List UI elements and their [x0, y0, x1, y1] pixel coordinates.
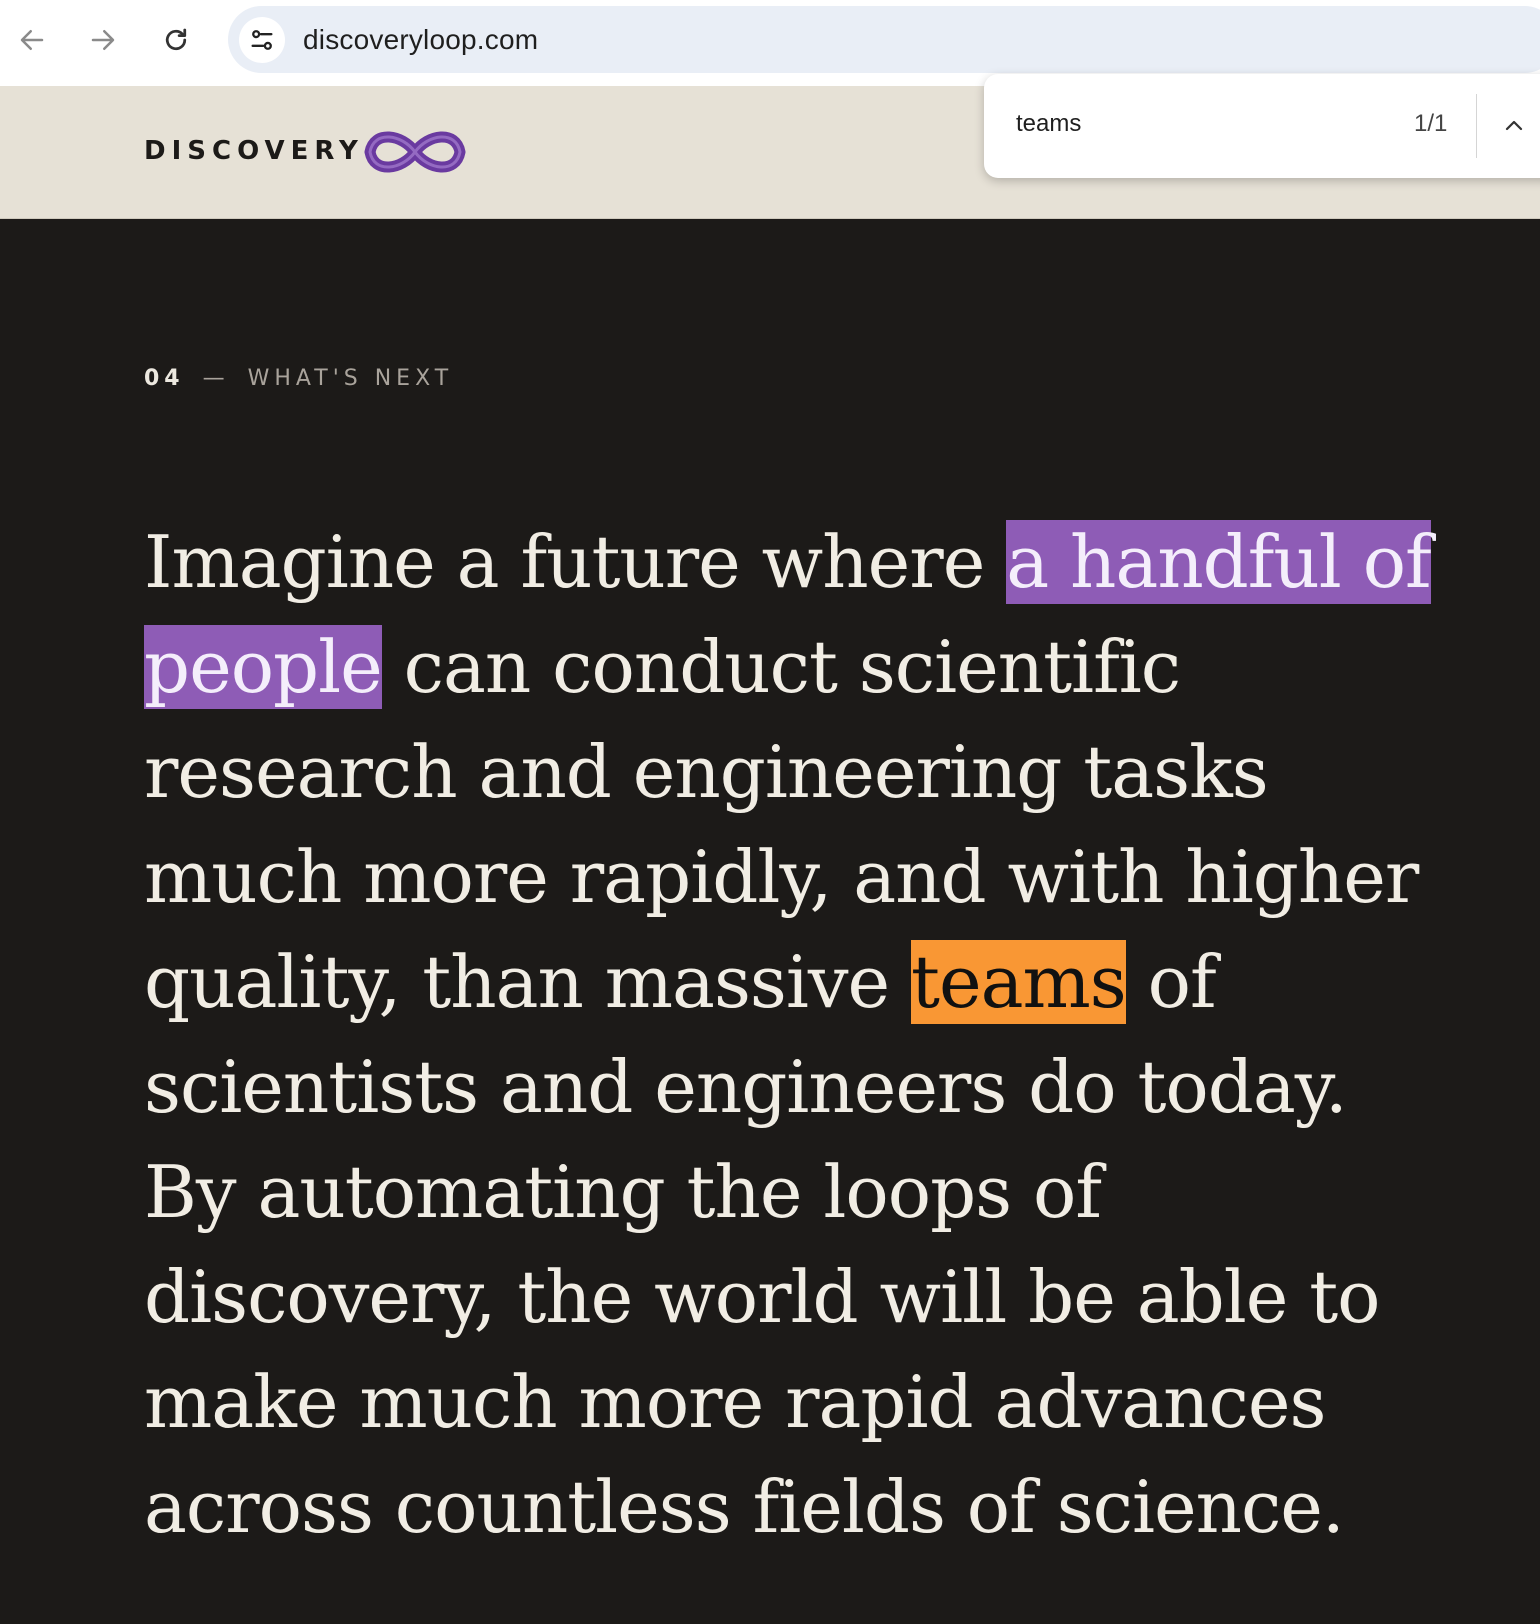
- reload-icon: [165, 28, 187, 51]
- paragraph-line: across countless fields of science.: [144, 1465, 1345, 1549]
- section-title: WHAT'S NEXT: [247, 366, 454, 391]
- text-span: can conduct scientific: [381, 625, 1181, 709]
- vision-paragraph: Imagine a future where a handful of peop…: [144, 510, 1444, 1560]
- find-input[interactable]: teams: [1016, 110, 1081, 138]
- section-label: 04 — WHAT'S NEXT: [144, 366, 453, 391]
- infinity-icon[interactable]: [360, 122, 470, 182]
- section-number: 04: [144, 366, 185, 391]
- reload-button[interactable]: [154, 18, 198, 62]
- text-span: of: [1125, 940, 1217, 1024]
- text-span: quality, than massive: [144, 940, 912, 1024]
- site-info-button[interactable]: [239, 16, 285, 63]
- highlighted-text: people: [144, 625, 383, 709]
- brand-wordmark[interactable]: DISCOVERY: [144, 136, 364, 166]
- find-divider: [1476, 94, 1477, 158]
- chevron-up-icon: [1505, 120, 1523, 131]
- highlighted-text: a handful of: [1006, 520, 1432, 604]
- paragraph-line: make much more rapid advances: [144, 1360, 1326, 1444]
- arrow-left-icon: [20, 30, 44, 50]
- back-button[interactable]: [10, 18, 54, 62]
- paragraph-line: Imagine a future where a handful of: [144, 510, 1444, 615]
- tune-icon: [251, 29, 273, 50]
- paragraph-line: discovery, the world will be able to: [144, 1255, 1381, 1339]
- section-dash: —: [202, 366, 230, 391]
- find-bar: teams 1/1: [984, 74, 1540, 178]
- address-bar[interactable]: discoveryloop.com: [228, 6, 1540, 73]
- find-previous-button[interactable]: [1496, 108, 1532, 144]
- paragraph-line: By automating the loops of: [144, 1150, 1102, 1234]
- paragraph-line: people can conduct scientific: [144, 615, 1444, 720]
- paragraph-line: research and engineering tasks: [144, 730, 1269, 814]
- forward-button[interactable]: [81, 18, 125, 62]
- find-match-count: 1/1: [1414, 110, 1448, 137]
- paragraph-line: much more rapidly, and with higher: [144, 835, 1419, 919]
- arrow-right-icon: [91, 30, 115, 50]
- paragraph-line: quality, than massive teams of: [144, 930, 1444, 1035]
- url-text[interactable]: discoveryloop.com: [303, 24, 538, 56]
- text-span: Imagine a future where: [144, 520, 1007, 604]
- find-match-highlight: teams: [911, 940, 1127, 1024]
- paragraph-line: scientists and engineers do today.: [144, 1045, 1348, 1129]
